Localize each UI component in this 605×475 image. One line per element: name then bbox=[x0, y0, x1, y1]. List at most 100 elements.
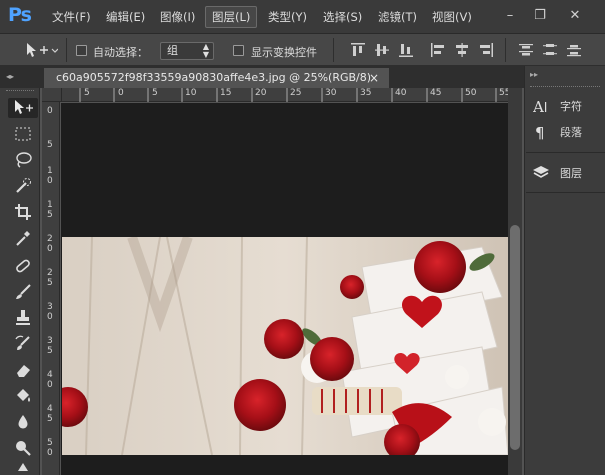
marquee-icon bbox=[15, 127, 31, 141]
ruler-label: 0 bbox=[47, 106, 53, 116]
quick-selection-tool[interactable] bbox=[12, 176, 34, 196]
align-right-icon[interactable] bbox=[478, 42, 494, 58]
align-left-icon[interactable] bbox=[430, 42, 446, 58]
menu-image[interactable]: 图像(I) bbox=[154, 6, 201, 28]
ruler-label: 25 bbox=[290, 88, 302, 98]
ruler-label: 3 bbox=[47, 302, 53, 312]
move-tool-preset-icon[interactable] bbox=[24, 41, 58, 59]
document-tab[interactable]: c60a905572f98f33559a90830affe4e3.jpg @ 2… bbox=[44, 68, 389, 88]
clone-stamp-tool[interactable] bbox=[12, 308, 34, 328]
menu-select[interactable]: 选择(S) bbox=[317, 6, 368, 28]
dock-grip bbox=[530, 86, 600, 89]
scrollbar-thumb[interactable] bbox=[510, 225, 520, 450]
ruler-label: 0 bbox=[47, 380, 53, 390]
svg-text:A: A bbox=[533, 98, 544, 114]
ruler-label: 4 bbox=[47, 370, 53, 380]
stepper-icon: ▲ ▼ bbox=[202, 42, 209, 59]
panel-layers[interactable]: 图层 bbox=[530, 162, 602, 184]
blur-drop-icon bbox=[18, 415, 28, 429]
auto-select-dropdown[interactable]: 组 ▲ ▼ bbox=[160, 42, 214, 60]
ruler-origin[interactable] bbox=[42, 88, 62, 102]
menu-edit[interactable]: 编辑(E) bbox=[100, 6, 151, 28]
lasso-tool[interactable] bbox=[12, 150, 34, 170]
menu-type[interactable]: 类型(Y) bbox=[262, 6, 313, 28]
pen-icon bbox=[18, 463, 28, 471]
pasteboard-bottom bbox=[62, 455, 508, 475]
ruler-label: 5 bbox=[47, 414, 53, 424]
auto-select-label: 自动选择： bbox=[93, 46, 148, 59]
distribute-vcenter-icon[interactable] bbox=[542, 42, 558, 58]
distribute-top-icon[interactable] bbox=[518, 42, 534, 58]
menu-layer[interactable]: 图层(L) bbox=[205, 6, 258, 28]
menu-view[interactable]: 视图(V) bbox=[426, 6, 478, 28]
quick-selection-icon bbox=[16, 178, 31, 193]
menu-filter[interactable]: 滤镜(T) bbox=[372, 6, 423, 28]
distribute-bottom-icon[interactable] bbox=[566, 42, 582, 58]
dock-collapse-icon[interactable]: ▸▸ bbox=[530, 70, 538, 79]
align-hcenter-icon[interactable] bbox=[454, 42, 470, 58]
ruler-label: 5 bbox=[47, 346, 53, 356]
ruler-label: 50 bbox=[465, 88, 477, 98]
panel-collapse-icon[interactable]: ◂▸ bbox=[6, 72, 14, 81]
photo-roses-drawers bbox=[62, 237, 508, 455]
ruler-label: 2 bbox=[47, 268, 53, 278]
show-transform-checkbox[interactable] bbox=[233, 45, 244, 56]
stamp-icon bbox=[16, 310, 30, 325]
photoshop-logo: Ps bbox=[8, 4, 32, 26]
ruler-label: 3 bbox=[47, 336, 53, 346]
divider bbox=[505, 38, 506, 62]
more-tools[interactable] bbox=[12, 462, 34, 474]
crop-icon bbox=[15, 204, 31, 220]
marquee-tool[interactable] bbox=[12, 124, 34, 144]
ruler-label: 35 bbox=[360, 88, 372, 98]
brush-icon bbox=[16, 284, 31, 299]
restore-button[interactable]: ❐ bbox=[530, 7, 550, 25]
move-tool-icon bbox=[15, 100, 33, 114]
history-brush-tool[interactable] bbox=[12, 334, 34, 354]
close-button[interactable]: ✕ bbox=[565, 7, 585, 25]
ruler-label: 40 bbox=[395, 88, 407, 98]
eyedropper-tool[interactable] bbox=[12, 228, 34, 248]
align-top-icon[interactable] bbox=[350, 42, 366, 58]
paragraph-icon: ¶ bbox=[530, 124, 552, 140]
panel-label: 段落 bbox=[560, 126, 582, 139]
dodge-tool[interactable] bbox=[12, 438, 34, 458]
lasso-icon bbox=[16, 152, 32, 168]
panel-character[interactable]: A 字符 bbox=[530, 95, 602, 117]
blur-tool[interactable] bbox=[12, 412, 34, 432]
crop-tool[interactable] bbox=[12, 202, 34, 222]
ruler-label: 5 bbox=[84, 88, 90, 98]
tab-close-icon[interactable]: × bbox=[369, 68, 379, 88]
ruler-label: 2 bbox=[47, 234, 53, 244]
document-tab-title: c60a905572f98f33559a90830affe4e3.jpg @ 2… bbox=[56, 71, 372, 84]
ruler-label: 1 bbox=[47, 200, 53, 210]
eraser-icon bbox=[17, 365, 30, 377]
horizontal-ruler: 5 0 5 10 15 20 25 30 35 40 45 50 55 bbox=[62, 88, 510, 102]
ruler-label: 15 bbox=[220, 88, 232, 98]
bandage-icon bbox=[16, 259, 30, 273]
history-brush-icon bbox=[15, 335, 30, 350]
ruler-label: 30 bbox=[325, 88, 337, 98]
align-bottom-icon[interactable] bbox=[398, 42, 414, 58]
panel-label: 图层 bbox=[560, 167, 582, 180]
panel-label: 字符 bbox=[560, 100, 582, 113]
panel-paragraph[interactable]: ¶ 段落 bbox=[530, 121, 602, 143]
healing-brush-tool[interactable] bbox=[12, 256, 34, 276]
ruler-label: 10 bbox=[185, 88, 197, 98]
ruler-label: 5 bbox=[47, 438, 53, 448]
ruler-label: 5 bbox=[152, 88, 158, 98]
svg-text:¶: ¶ bbox=[535, 124, 545, 140]
eraser-tool[interactable] bbox=[12, 360, 34, 380]
paint-bucket-icon bbox=[17, 389, 30, 402]
document-image[interactable] bbox=[62, 237, 508, 455]
show-transform-label: 显示变换控件 bbox=[251, 46, 317, 59]
minimize-button[interactable]: – bbox=[500, 7, 520, 25]
align-vcenter-icon[interactable] bbox=[374, 42, 390, 58]
move-tool[interactable] bbox=[8, 98, 38, 118]
auto-select-checkbox[interactable] bbox=[76, 45, 87, 56]
ruler-label: 4 bbox=[47, 404, 53, 414]
paint-bucket-tool[interactable] bbox=[12, 386, 34, 406]
brush-tool[interactable] bbox=[12, 282, 34, 302]
menu-file[interactable]: 文件(F) bbox=[46, 6, 97, 28]
divider bbox=[526, 192, 605, 193]
